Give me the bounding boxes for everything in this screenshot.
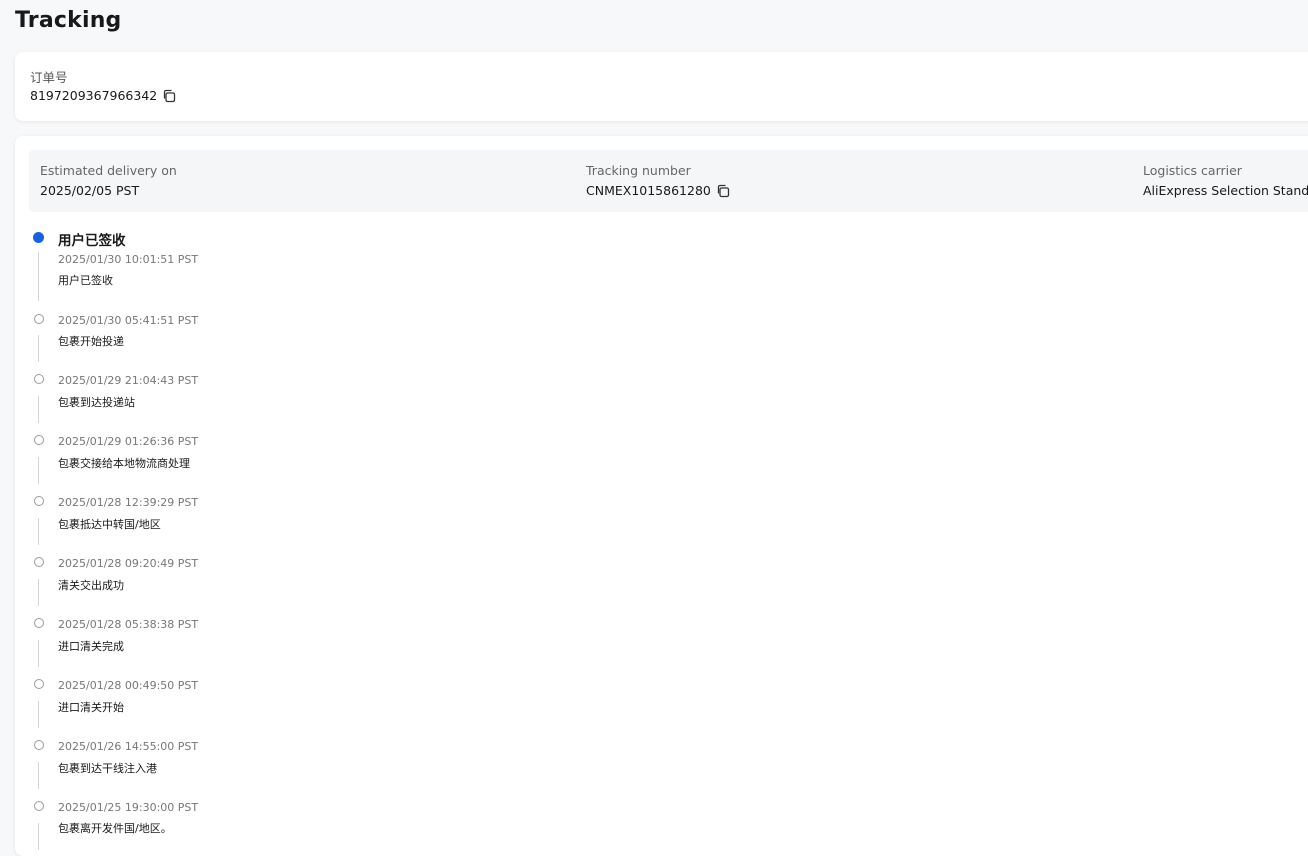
- event-description: 包裹开始投递: [58, 335, 124, 348]
- timeline-connector: [38, 457, 39, 484]
- event-time: 2025/01/28 05:38:38 PST: [58, 618, 199, 631]
- event-description: 包裹交接给本地物流商处理: [58, 457, 190, 470]
- timeline-connector: [38, 762, 39, 789]
- status-dot: [34, 557, 44, 567]
- copy-icon[interactable]: [716, 184, 730, 198]
- event-time: 2025/01/30 05:41:51 PST: [58, 314, 199, 327]
- timeline-connector: [38, 396, 39, 423]
- order-number: 8197209367966342: [30, 88, 158, 103]
- order-card: 订单号 8197209367966342: [15, 52, 1308, 121]
- status-dot: [34, 314, 44, 324]
- timeline-connector: [38, 579, 39, 606]
- event-description: 用户已签收: [58, 274, 113, 287]
- status-dot: [34, 801, 44, 811]
- status-dot: [34, 679, 44, 689]
- tracking-number: Tracking number CNMEX1015861280: [586, 163, 730, 198]
- copy-icon[interactable]: [162, 89, 176, 103]
- event-time: 2025/01/28 00:49:50 PST: [58, 679, 199, 692]
- logistics-carrier: Logistics carrier AliExpress Selection S…: [1143, 163, 1308, 198]
- order-number-row: 8197209367966342: [30, 88, 176, 103]
- logistics-carrier-label: Logistics carrier: [1143, 163, 1242, 178]
- status-dot: [34, 374, 44, 384]
- page-title: Tracking: [15, 8, 122, 33]
- status-dot: [34, 435, 44, 445]
- event-description: 进口清关开始: [58, 701, 124, 714]
- current-status: 用户已签收: [58, 233, 126, 249]
- status-dot: [34, 618, 44, 628]
- event-time: 2025/01/29 21:04:43 PST: [58, 374, 199, 387]
- tracking-number-value: CNMEX1015861280: [586, 183, 711, 198]
- order-number-label: 订单号: [30, 70, 68, 85]
- event-description: 包裹抵达中转国/地区: [58, 518, 161, 531]
- timeline-connector: [38, 335, 39, 362]
- event-description: 包裹到达投递站: [58, 396, 135, 409]
- tracking-summary: Estimated delivery on 2025/02/05 PST Tra…: [29, 150, 1308, 212]
- tracking-number-row: CNMEX1015861280: [586, 183, 730, 198]
- timeline-connector: [38, 823, 39, 850]
- estimated-delivery-value: 2025/02/05 PST: [40, 183, 140, 198]
- event-description: 包裹到达干线注入港: [58, 762, 157, 775]
- event-description: 包裹离开发件国/地区。: [58, 822, 172, 835]
- event-time: 2025/01/28 12:39:29 PST: [58, 496, 199, 509]
- event-description: 清关交出成功: [58, 579, 124, 592]
- event-time: 2025/01/30 10:01:51 PST: [58, 253, 199, 266]
- event-time: 2025/01/29 01:26:36 PST: [58, 435, 199, 448]
- timeline-connector: [38, 252, 39, 301]
- tracking-card: Estimated delivery on 2025/02/05 PST Tra…: [15, 136, 1308, 856]
- event-time: 2025/01/25 19:30:00 PST: [58, 801, 199, 814]
- tracking-number-label: Tracking number: [586, 163, 691, 178]
- event-time: 2025/01/28 09:20:49 PST: [58, 557, 199, 570]
- timeline-connector: [38, 518, 39, 545]
- timeline-connector: [38, 701, 39, 728]
- estimated-delivery-label: Estimated delivery on: [40, 163, 177, 178]
- timeline-connector: [38, 640, 39, 667]
- event-description: 进口清关完成: [58, 640, 124, 653]
- status-dot-active: [33, 232, 44, 243]
- estimated-delivery: Estimated delivery on 2025/02/05 PST: [40, 163, 177, 198]
- status-dot: [34, 496, 44, 506]
- event-time: 2025/01/26 14:55:00 PST: [58, 740, 199, 753]
- status-dot: [34, 740, 44, 750]
- logistics-carrier-value: AliExpress Selection Standar: [1143, 183, 1308, 198]
